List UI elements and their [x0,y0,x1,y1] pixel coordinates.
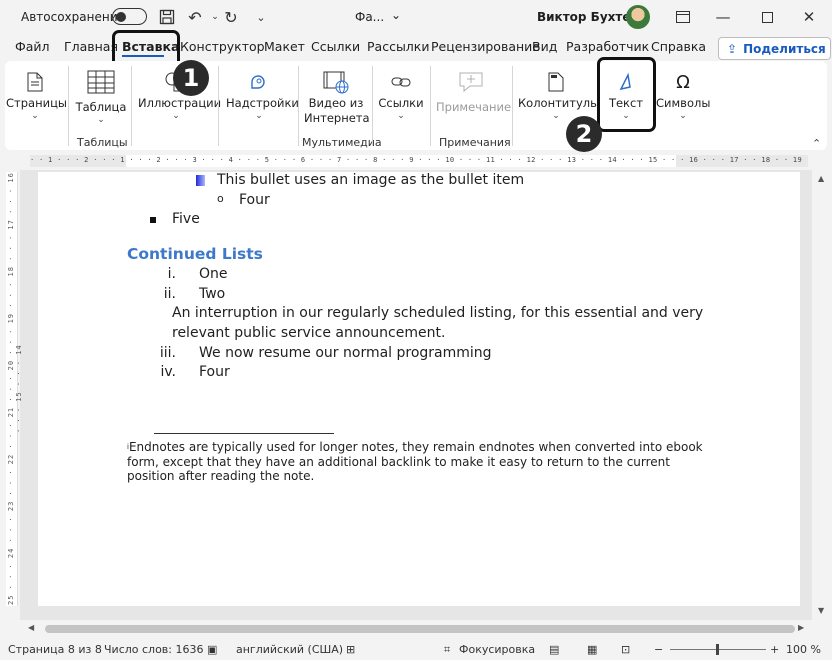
omega-icon: Ω [676,71,690,93]
maximize-button[interactable] [754,5,780,29]
customize-toolbar-icon[interactable]: ⌄ [250,6,272,28]
save-icon[interactable] [156,6,178,28]
title-bar: Автосохранение ↶ ⌄ ↻ ⌄ Фа... ⌄ Виктор Бу… [0,0,832,34]
chevron-down-icon[interactable]: ⌄ [391,8,401,22]
close-button[interactable]: ✕ [796,5,822,29]
collapse-ribbon-icon[interactable]: ⌃ [812,137,821,150]
undo-icon[interactable]: ↶ [184,6,206,28]
zoom-out-icon[interactable]: − [654,643,663,656]
endnote-text: iEndnotes are typically used for longer … [127,440,703,483]
table-button[interactable]: Таблица ⌄ [74,68,128,125]
pages-button[interactable]: Страницы ⌄ [6,68,67,121]
page-icon [20,68,50,96]
accessibility-icon[interactable]: ⊞ [346,643,355,656]
ribbon-display-options-icon[interactable] [670,5,696,29]
vertical-ruler[interactable]: 25 · · · 24 · · · 23 · · · 22 · · · 21 ·… [6,172,23,606]
footnote-separator [154,433,334,434]
list-number: i. [167,266,176,282]
zoom-thumb[interactable] [716,644,719,655]
step-badge-1: 1 [173,60,209,96]
highlight-text-button [597,57,656,132]
section-heading: Continued Lists [127,245,263,263]
avatar[interactable] [626,5,650,29]
page-count[interactable]: Страница 8 из 8 [8,643,102,656]
group-label-media: Мультимедиа [302,136,382,149]
comment-icon [456,68,486,96]
horizontal-ruler[interactable]: · · 1 · · · 2 · · · 1 · · · 2 · · · 3 · … [30,155,808,167]
focus-mode[interactable]: Фокусировка [459,643,535,656]
document-title[interactable]: Фа... [355,10,384,24]
scroll-down-icon[interactable]: ▼ [818,606,824,615]
addins-button[interactable]: Надстройки ⌄ [226,68,299,121]
vertical-scrollbar[interactable]: ▲ ▼ [815,170,831,620]
link-icon [386,68,416,96]
paragraph-line: relevant public service announcement. [172,325,446,341]
circle-bullet: o [217,192,224,205]
header-footer-icon [541,68,571,96]
tab-home[interactable]: Главная [64,39,118,54]
zoom-in-icon[interactable]: + [770,643,779,656]
list-number: iv. [160,364,176,380]
tab-view[interactable]: Вид [532,39,557,54]
web-layout-icon[interactable]: ⊡ [621,643,630,656]
minimize-button[interactable]: — [710,5,736,29]
table-icon [86,68,116,96]
redo-icon[interactable]: ↻ [220,6,242,28]
addins-icon [244,68,274,96]
online-video-icon [321,68,351,96]
share-label: Поделиться [743,41,826,56]
tab-design[interactable]: Конструктор [180,39,265,54]
read-mode-icon[interactable]: ▤ [549,643,559,656]
share-button[interactable]: ⇪ Поделиться [718,37,831,60]
list-item: This bullet uses an image as the bullet … [217,172,525,188]
list-item: Two [199,286,226,302]
scroll-right-icon[interactable]: ▶ [798,623,804,632]
language[interactable]: английский (США) [236,643,343,656]
tab-file[interactable]: Файл [15,39,50,54]
share-icon: ⇪ [727,41,738,56]
list-item: Four [199,364,230,380]
tab-help[interactable]: Справка [651,39,706,54]
list-item: Four [239,192,270,208]
document-page[interactable] [38,172,800,606]
symbols-button[interactable]: Ω Символы ⌄ [656,68,710,122]
online-video-button[interactable]: Видео из Интернета [304,68,370,126]
links-button[interactable]: Ссылки ⌄ [376,68,426,121]
list-number: ii. [163,286,176,302]
tab-layout[interactable]: Макет [264,39,305,54]
list-item: Five [172,211,200,227]
header-footer-button[interactable]: Колонтитулы ⌄ [518,68,599,121]
horizontal-scrollbar[interactable]: ◀ ▶ [20,621,812,637]
list-item: One [199,266,228,282]
autosave-label: Автосохранение [21,10,125,24]
group-label-comments: Примечания [439,136,511,149]
word-count[interactable]: Число слов: 1636 [104,643,203,656]
step-badge-2: 2 [566,116,602,152]
proofing-icon[interactable]: ▣ [207,643,217,656]
zoom-level[interactable]: 100 % [786,643,821,656]
tab-developer[interactable]: Разработчик [566,39,649,54]
comment-button[interactable]: Примечание [436,68,511,115]
square-bullet [150,217,156,223]
list-item: We now resume our normal programming [199,345,492,361]
scroll-up-icon[interactable]: ▲ [818,174,824,183]
list-number: iii. [159,345,176,361]
group-label-tables: Таблицы [77,136,128,149]
tab-review[interactable]: Рецензирование [431,39,540,54]
tab-mailings[interactable]: Рассылки [367,39,429,54]
scroll-thumb[interactable] [45,625,795,633]
tab-references[interactable]: Ссылки [311,39,360,54]
autosave-toggle[interactable] [112,8,147,25]
print-layout-icon[interactable]: ▦ [587,643,597,656]
status-bar: Страница 8 из 8 Число слов: 1636 ▣ англи… [0,639,832,660]
scroll-left-icon[interactable]: ◀ [28,623,34,632]
focus-icon[interactable]: ⌗ [444,643,450,657]
image-bullet [196,175,205,186]
paragraph-line: An interruption in our regularly schedul… [172,305,704,321]
